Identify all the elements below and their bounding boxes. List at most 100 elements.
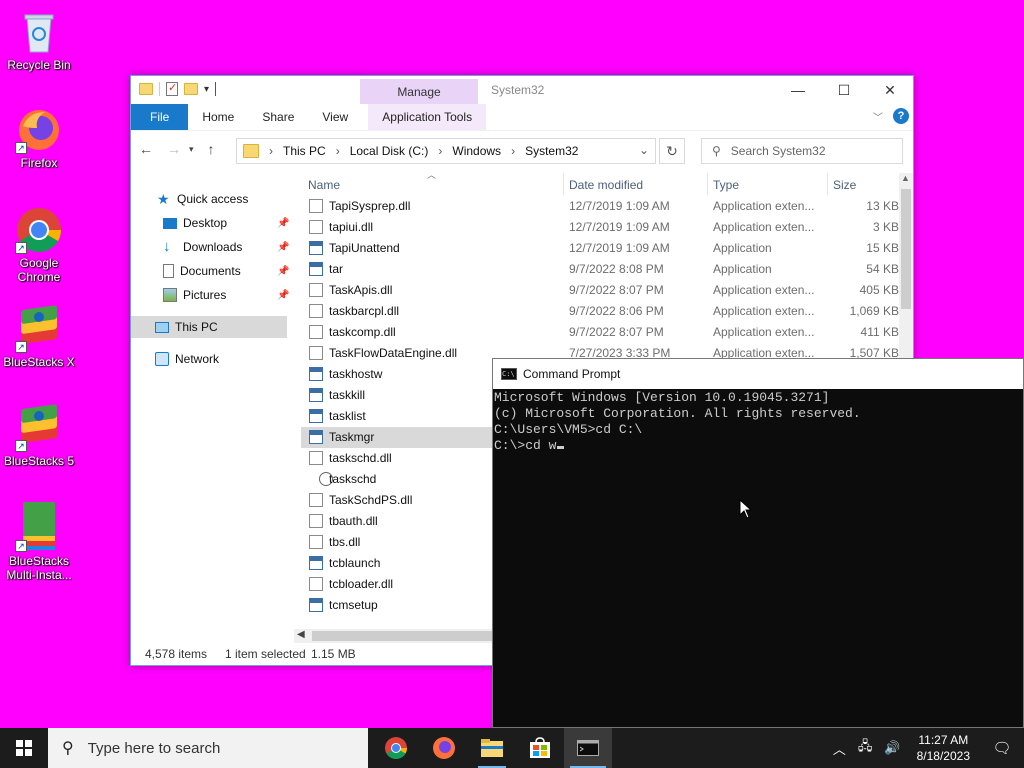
expand-ribbon-icon[interactable]: ﹀ — [873, 109, 883, 124]
address-row: ← → ▾ ↑ › This PC › Local Disk (C:) › Wi… — [131, 130, 913, 168]
sort-ascending-icon: ︿ — [427, 170, 437, 180]
desktop-icon-recycle-bin[interactable]: Recycle Bin — [1, 8, 77, 72]
desktop-icon-bluestacks-multi-instance[interactable]: ↗ BlueStacks Multi-Insta... — [1, 500, 77, 582]
tab-view[interactable]: View — [308, 104, 362, 130]
breadcrumb-local-disk[interactable]: Local Disk (C:) — [350, 144, 429, 158]
breadcrumb-separator-icon[interactable]: › — [511, 144, 515, 158]
nav-pictures[interactable]: Pictures 📌 — [163, 284, 289, 306]
file-size: 411 KB — [860, 325, 899, 339]
customize-toolbar-dropdown-icon[interactable]: ▾ — [204, 84, 209, 95]
taskbar-microsoft-store[interactable] — [516, 728, 564, 768]
taskbar-firefox[interactable] — [420, 728, 468, 768]
file-row[interactable]: TapiSysprep.dll 12/7/2019 1:09 AM Applicat… — [301, 196, 901, 217]
clock-time: 11:27 AM — [918, 733, 969, 747]
file-row[interactable]: taskcomp.dll 9/7/2022 8:07 PM Application … — [301, 322, 901, 343]
application-icon — [309, 388, 323, 402]
tab-application-tools[interactable]: Application Tools — [368, 104, 487, 130]
file-type: Application — [713, 262, 772, 276]
start-button[interactable] — [0, 728, 48, 768]
file-type: Application exten... — [713, 304, 815, 318]
store-icon — [530, 737, 550, 758]
dll-file-icon — [309, 325, 323, 339]
scrollbar-thumb[interactable] — [312, 631, 492, 641]
column-header-date[interactable]: Date modified — [569, 178, 643, 192]
file-name: tar — [329, 262, 344, 276]
breadcrumb-system32[interactable]: System32 — [525, 144, 578, 158]
show-hidden-icons-chevron-icon[interactable]: ︿ — [833, 739, 846, 758]
file-row[interactable]: tar 9/7/2022 8:08 PM Application 54 KB — [301, 259, 901, 280]
network-icon[interactable]: 🖧 — [858, 737, 873, 759]
breadcrumb-this-pc[interactable]: This PC — [283, 144, 326, 158]
window-title: System32 — [491, 83, 545, 97]
taskbar-search-box[interactable]: ⚲ Type here to search — [48, 728, 368, 768]
pin-icon[interactable]: 📌 — [277, 266, 289, 277]
help-icon[interactable]: ? — [893, 108, 909, 124]
breadcrumb-separator-icon[interactable]: › — [438, 144, 442, 158]
breadcrumb-separator-icon[interactable]: › — [269, 144, 273, 158]
file-name: taskcomp.dll — [329, 325, 396, 339]
console-input-line[interactable]: C:\>cd w — [494, 438, 1022, 454]
refresh-button[interactable]: ↻ — [659, 138, 685, 164]
command-prompt-window[interactable]: C:\ Command Prompt Microsoft Windows [Ve… — [492, 358, 1024, 728]
search-input[interactable]: ⚲ Search System32 — [701, 138, 903, 164]
scroll-up-icon[interactable]: ▲ — [901, 173, 910, 183]
application-icon — [309, 409, 323, 423]
clock[interactable]: 11:27 AM 8/18/2023 — [917, 732, 970, 764]
close-button[interactable]: ✕ — [867, 76, 913, 104]
scrollbar-thumb[interactable] — [901, 189, 911, 309]
breadcrumb-separator-icon[interactable]: › — [336, 144, 340, 158]
nav-quick-access[interactable]: ★ Quick access — [157, 188, 248, 210]
shortcut-arrow-icon: ↗ — [15, 142, 27, 154]
volume-icon[interactable]: 🔊 — [884, 740, 900, 756]
scroll-left-icon[interactable]: ◀ — [297, 629, 305, 640]
taskbar-file-explorer[interactable] — [468, 728, 516, 768]
properties-icon[interactable] — [166, 81, 178, 96]
cmd-titlebar[interactable]: C:\ Command Prompt — [493, 359, 1023, 389]
bluestacks-5-icon: ↗ — [15, 404, 63, 452]
address-dropdown-icon[interactable]: ⌄ — [639, 143, 649, 157]
file-size: 13 KB — [866, 199, 899, 213]
forward-arrow-icon[interactable]: → — [167, 141, 181, 157]
nav-documents[interactable]: Documents 📌 — [163, 260, 289, 282]
nav-desktop[interactable]: Desktop 📌 — [163, 212, 289, 234]
pin-icon[interactable]: 📌 — [277, 290, 289, 301]
breadcrumb-windows[interactable]: Windows — [452, 144, 501, 158]
taskbar-chrome[interactable] — [372, 728, 420, 768]
column-header-name[interactable]: Name — [308, 178, 340, 192]
tab-manage[interactable]: Manage — [360, 79, 478, 104]
computer-icon — [155, 321, 169, 333]
recent-locations-icon[interactable]: ▾ — [189, 144, 194, 157]
desktop-icon-chrome[interactable]: ↗ Google Chrome — [1, 206, 77, 284]
column-header-type[interactable]: Type — [713, 178, 739, 192]
notification-center-icon[interactable]: 🗨 — [980, 728, 1024, 768]
back-arrow-icon[interactable]: ← — [139, 141, 153, 157]
nav-this-pc[interactable]: This PC — [131, 316, 287, 338]
taskbar-command-prompt[interactable] — [564, 728, 612, 768]
desktop-icon-bluestacks-x[interactable]: ↗ BlueStacks X — [1, 305, 77, 369]
cmd-console[interactable]: Microsoft Windows [Version 10.0.19045.32… — [493, 389, 1023, 455]
console-line: Microsoft Windows [Version 10.0.19045.32… — [494, 390, 830, 405]
file-row[interactable]: TaskApis.dll 9/7/2022 8:07 PM Application … — [301, 280, 901, 301]
maximize-button[interactable]: ☐ — [821, 76, 867, 104]
nav-downloads[interactable]: ↓ Downloads 📌 — [163, 236, 289, 258]
tab-home[interactable]: Home — [188, 104, 248, 130]
pin-icon[interactable]: 📌 — [277, 242, 289, 253]
desktop-icon-bluestacks-5[interactable]: ↗ BlueStacks 5 — [1, 404, 77, 468]
up-arrow-icon[interactable]: ↑ — [208, 141, 215, 157]
column-header-size[interactable]: Size — [833, 178, 856, 192]
file-row[interactable]: TapiUnattend 12/7/2019 1:09 AM Application… — [301, 238, 901, 259]
desktop-icon-firefox[interactable]: ↗ Firefox — [1, 106, 77, 170]
file-row[interactable]: taskbarcpl.dll 9/7/2022 8:06 PM Applicatio… — [301, 301, 901, 322]
file-row[interactable]: tapiui.dll 12/7/2019 1:09 AM Application e… — [301, 217, 901, 238]
tab-share[interactable]: Share — [248, 104, 308, 130]
tab-file[interactable]: File — [131, 104, 189, 130]
file-name: TapiSysprep.dll — [329, 199, 411, 213]
explorer-titlebar[interactable]: ▾ Manage System32 — ☐ ✕ — [131, 76, 913, 104]
nav-network[interactable]: Network — [155, 348, 219, 370]
minimize-button[interactable]: — — [775, 76, 821, 104]
nav-label: Quick access — [177, 192, 249, 206]
address-bar[interactable]: › This PC › Local Disk (C:) › Windows › … — [236, 138, 656, 164]
download-arrow-icon: ↓ — [163, 238, 171, 255]
pin-icon[interactable]: 📌 — [277, 218, 289, 229]
new-folder-icon[interactable] — [184, 83, 198, 95]
